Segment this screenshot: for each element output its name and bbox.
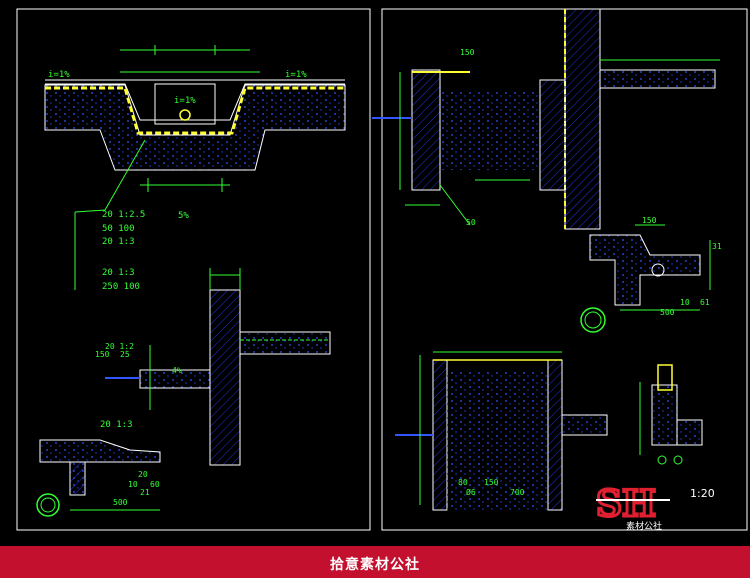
layer-3: 20 1:3 [102, 237, 135, 247]
pool-wall-section [372, 8, 720, 230]
dim-150-top: 150 [460, 48, 475, 57]
layer-5: 250 100 [102, 282, 140, 292]
footer-text: 拾意素材公社 [330, 557, 420, 573]
detail-dim-500: 500 [660, 308, 675, 317]
percent-label: 5% [178, 211, 189, 221]
wall-section [105, 268, 331, 466]
dim-10-left: 10 [128, 480, 138, 489]
dim-21-left: 21 [140, 488, 150, 497]
bottom-phi: Ø6 [466, 488, 476, 497]
trench-section [44, 45, 346, 290]
footer-banner: 拾意素材公社 [0, 546, 750, 578]
detail-dim-10: 10 [680, 298, 690, 307]
detail-dim-150: 150 [642, 216, 657, 225]
column-detail [639, 364, 703, 465]
bottom-dim-700: 700 [510, 488, 525, 497]
small-dim-3: 25 [120, 350, 130, 359]
slope-label-right: i=1% [285, 70, 307, 80]
detail-dim-31: 31 [712, 242, 722, 251]
scale-label: 1:20 [690, 487, 715, 500]
small-dim-2: 150 [95, 350, 110, 359]
pool-section-bottom [395, 351, 608, 511]
wall-slope-label: 4% [172, 366, 182, 375]
detail-dim-61: 61 [700, 298, 710, 307]
layer-2: 50 100 [102, 224, 135, 234]
slope-label-left: i=1% [48, 70, 70, 80]
dim-500-left: 500 [113, 498, 128, 507]
bottom-dim-150: 150 [484, 478, 499, 487]
edge-detail [580, 224, 711, 333]
layer-1: 20 1:2.5 [102, 210, 146, 220]
logo-subtitle: 素材公社 [626, 522, 663, 532]
layer-4: 20 1:3 [102, 268, 135, 278]
dim-50: 50 [466, 218, 476, 227]
dim-60-left: 60 [150, 480, 160, 489]
cap-dim-label: 20 1:3 [100, 420, 133, 430]
bottom-dim-80: 80 [458, 478, 468, 487]
slope-label-center: i=1% [174, 96, 196, 106]
dim-20-left: 20 [138, 470, 148, 479]
